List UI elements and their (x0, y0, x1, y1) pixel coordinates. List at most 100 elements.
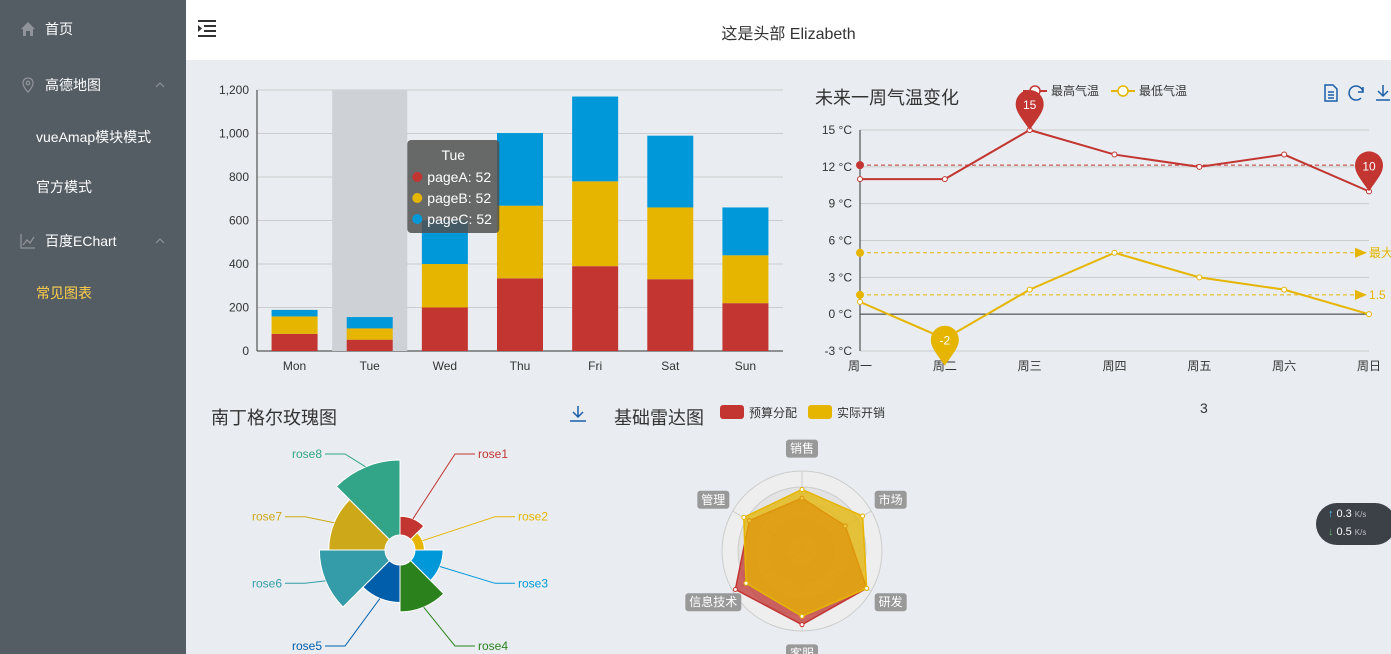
radar-indicator-label: 销售 (790, 441, 814, 456)
radar-point (743, 580, 749, 586)
sidebar-item-label: 常见图表 (36, 285, 92, 301)
data-point (1026, 286, 1033, 293)
sidebar-item-label: 首页 (45, 21, 73, 37)
bar-segment (572, 181, 619, 267)
data-point (857, 176, 863, 183)
sidebar-item-label: 官方模式 (36, 179, 92, 195)
bar-segment (271, 333, 318, 351)
home-icon (21, 22, 35, 36)
upload-speed: 0.3 (1336, 508, 1352, 520)
data-point (941, 176, 948, 183)
rose-label: rose5 (292, 639, 322, 653)
rose-chart: rose1 rose2 rose3 rose4 rose5 rose6 rose7 rose8 (252, 447, 548, 653)
radar-indicator-label: 研发 (879, 594, 903, 609)
radar-indicator-label: 管理 (701, 492, 725, 507)
data-point (857, 298, 863, 305)
radar-point (860, 513, 866, 519)
radar-indicator-label: 信息技术 (689, 594, 737, 609)
rose-label-line (422, 516, 515, 542)
bar-segment (421, 264, 468, 308)
bar-segment (722, 255, 769, 304)
legend-label: 预算分配 (749, 405, 797, 420)
x-tick-label: 周一 (848, 359, 872, 373)
y-tick-label: -3 °C (825, 344, 853, 358)
radar-point (732, 586, 738, 592)
y-tick-label: 0 (242, 344, 249, 358)
sidebar-item-amap[interactable]: 高德地图 (0, 57, 186, 113)
rose-label: rose8 (292, 447, 322, 461)
location-icon (22, 77, 34, 93)
legend-label: 最低气温 (1139, 83, 1187, 98)
download-icon[interactable] (568, 404, 588, 424)
data-view-icon (1324, 84, 1338, 102)
rose-label-line (285, 580, 326, 584)
rose-label: rose3 (518, 576, 548, 590)
mark-line-start (856, 290, 864, 299)
x-tick-label: 周日 (1357, 359, 1381, 373)
x-tick-label: Sun (735, 359, 756, 373)
tooltip-title: Tue (441, 147, 465, 163)
mark-point-label: 10 (1362, 159, 1376, 173)
legend-marker (808, 405, 832, 419)
radar-point (741, 514, 747, 520)
sidebar-item-common-charts[interactable]: 常见图表 (0, 268, 186, 318)
data-view-glyph (1324, 84, 1338, 102)
rose-label-line (325, 598, 381, 647)
mark-line-label: 最大值 (1369, 245, 1391, 260)
hover-highlight (332, 90, 408, 351)
data-point (1281, 151, 1288, 158)
rose-label: rose7 (252, 510, 282, 524)
y-tick-label: 1,000 (219, 127, 249, 141)
bar-segment (497, 205, 543, 279)
download-glyph (1376, 85, 1390, 101)
data-point (1366, 311, 1372, 318)
bar-segment (647, 207, 694, 280)
temperature-line-chart: 最高气温 最低气温 -3 °C 0 °C 3 °C 6 °C 9 °C 12 °C 15 °C 周… (822, 83, 1391, 373)
mark-line-label: 1.5 (1369, 288, 1386, 302)
data-point (1111, 249, 1118, 256)
mark-line-start (856, 161, 864, 170)
arrow-up-icon: ↑ (1328, 508, 1334, 520)
download-icon (1376, 85, 1390, 101)
rose-label-line (412, 453, 475, 520)
rose-label: rose1 (478, 447, 508, 461)
refresh-glyph (1348, 85, 1364, 101)
radar-chart-title: 基础雷达图 (614, 408, 704, 428)
bar-segment (647, 279, 694, 351)
network-speed-badge: ↑ 0.3 K/s ↓ 0.5 K/s (1316, 503, 1391, 545)
radar-point (864, 585, 870, 591)
x-tick-label: 周四 (1102, 359, 1126, 373)
sidebar-item-home[interactable]: 首页 (0, 1, 186, 57)
bar-segment (271, 309, 318, 317)
y-tick-label: 400 (229, 257, 249, 271)
sidebar-item-official[interactable]: 官方模式 (0, 162, 186, 212)
sidebar: 首页 高德地图 vueAmap模块模式 官方模式 百度EChart 常见图表 (0, 0, 186, 654)
data-point (1111, 151, 1118, 158)
sidebar-item-echart[interactable]: 百度EChart (0, 213, 186, 269)
mark-line-arrow (1355, 247, 1367, 258)
radar-indicator-label: 客服 (790, 645, 814, 654)
bar-segment (346, 317, 393, 329)
header-title: 这是头部 Elizabeth (721, 26, 856, 43)
rose-label-line (439, 566, 515, 584)
sidebar-item-label: 高德地图 (45, 77, 101, 93)
sidebar-item-vueamap[interactable]: vueAmap模块模式 (0, 112, 186, 162)
x-tick-label: 周六 (1272, 359, 1296, 373)
chevron-up-icon (155, 82, 165, 88)
radar-legend[interactable]: 预算分配 实际开销 (718, 402, 898, 422)
bar-segment (722, 303, 769, 351)
tooltip-marker (412, 193, 423, 203)
x-tick-label: Wed (433, 359, 457, 373)
bar-segment (497, 133, 543, 206)
refresh-icon (1348, 85, 1364, 101)
radar-point (799, 622, 805, 628)
y-tick-label: 12 °C (822, 160, 852, 174)
legend-marker (1117, 85, 1129, 97)
y-tick-label: 3 °C (829, 270, 853, 284)
arrow-down-icon: ↓ (1328, 526, 1334, 538)
rose-label: rose6 (252, 576, 282, 590)
chevron-up-icon (155, 238, 165, 244)
bar-segment (572, 96, 619, 182)
rose-label-line (423, 606, 475, 647)
bar-segment (647, 135, 694, 208)
